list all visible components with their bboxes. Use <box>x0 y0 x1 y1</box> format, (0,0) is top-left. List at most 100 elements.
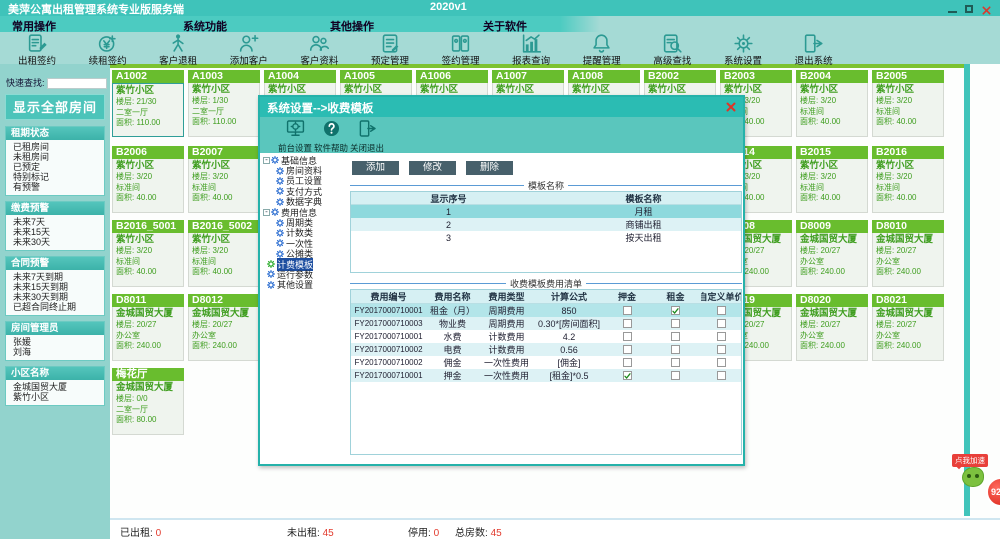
sidebar-item[interactable]: 紫竹小区 <box>6 392 104 402</box>
status-label: 已出租: <box>120 528 156 539</box>
exit-button[interactable]: 退出系统 <box>781 33 847 67</box>
modify-button[interactable]: 修改 <box>409 161 456 175</box>
dialog-help-button[interactable]: 软件帮助 <box>312 119 350 154</box>
room-card-title: A1005 <box>340 70 412 83</box>
tree-expander-icon[interactable]: - <box>263 209 270 216</box>
room-card-D8020[interactable]: D8020金城国贸大厦楼层: 20/27办公室面积: 240.00 <box>796 294 868 361</box>
fee-row[interactable]: FY2017000710002电费计数费用0.56 <box>351 343 741 356</box>
quick-search-input[interactable] <box>47 78 107 89</box>
settings-button[interactable]: 系统设置 <box>710 33 776 67</box>
checkbox-icon[interactable] <box>717 371 726 380</box>
room-card-A1003[interactable]: A1003紫竹小区楼层: 1/30二室一厅面积: 110.00 <box>188 70 260 137</box>
tree-expander-icon[interactable]: - <box>263 157 270 164</box>
sidebar-item[interactable]: 已超合同终止期 <box>6 302 104 312</box>
report-button[interactable]: 报表查询 <box>498 33 564 67</box>
room-card-B2016_5001[interactable]: B2016_5001紫竹小区楼层: 3/20标准间面积: 40.00 <box>112 220 184 287</box>
dialog-close-exit-button[interactable]: 关闭退出 <box>348 119 386 154</box>
room-card-D8011[interactable]: D8011金城国贸大厦楼层: 20/27办公室面积: 240.00 <box>112 294 184 361</box>
checkbox-icon[interactable] <box>717 358 726 367</box>
room-card-B2016_5002[interactable]: B2016_5002紫竹小区楼层: 3/20标准间面积: 40.00 <box>188 220 260 287</box>
room-type: 标准间 <box>116 183 180 194</box>
close-icon[interactable] <box>981 3 992 14</box>
maximize-icon[interactable] <box>965 5 973 13</box>
mascot-badge[interactable]: 92 <box>986 477 1000 507</box>
sidebar-item[interactable]: 有预警 <box>6 182 104 192</box>
template-row[interactable]: 1月租 <box>351 205 741 218</box>
checkbox-icon[interactable] <box>623 345 632 354</box>
checkbox-icon[interactable] <box>717 332 726 341</box>
tree-item-12[interactable]: 其他设置 <box>262 280 349 290</box>
column-header: 模板名称 <box>546 192 741 204</box>
booking-button[interactable]: 预定管理 <box>357 33 423 67</box>
status-value: 45 <box>323 528 334 539</box>
fee-row[interactable]: FY2017000710001押金一次性费用[租金]*0.5 <box>351 369 741 382</box>
room-card-A1002[interactable]: A1002紫竹小区楼层: 21/30二室一厅面积: 110.00 <box>112 70 184 137</box>
mascot-widget[interactable]: 点我加速 92 <box>942 452 1000 516</box>
add-customer-button[interactable]: 添加客户 <box>216 33 282 67</box>
template-row[interactable]: 3按天出租 <box>351 231 741 244</box>
sidebar-item[interactable]: 未来30天 <box>6 237 104 247</box>
sidebar-item[interactable]: 未来7天到期 <box>6 272 104 282</box>
lease-sign-button[interactable]: 出租签约 <box>4 33 70 67</box>
room-card-D8009[interactable]: D8009金城国贸大厦楼层: 20/27办公室面积: 240.00 <box>796 220 868 287</box>
room-estate: 紫竹小区 <box>192 84 256 96</box>
customer-info-button[interactable]: 客户资料 <box>286 33 352 67</box>
grid-scrollbar[interactable] <box>964 64 970 516</box>
fee-row[interactable]: FY2017000710001租金（月）周期费用850 <box>351 304 741 317</box>
checkbox-icon[interactable] <box>671 332 680 341</box>
advanced-search-button[interactable]: 高级查找 <box>639 33 705 67</box>
sidebar-item[interactable]: 未租房间 <box>6 152 104 162</box>
checkbox-icon[interactable] <box>671 319 680 328</box>
sidebar-item[interactable]: 已预定 <box>6 162 104 172</box>
room-card-B2004[interactable]: B2004紫竹小区楼层: 3/20标准间面积: 40.00 <box>796 70 868 137</box>
fee-row[interactable]: FY2017000710003物业费周期费用0.30*[房间面积] <box>351 317 741 330</box>
add-button[interactable]: 添加 <box>352 161 399 175</box>
checkbox-icon[interactable] <box>623 319 632 328</box>
room-card-D8021[interactable]: D8021金城国贸大厦楼层: 20/27办公室面积: 240.00 <box>872 294 944 361</box>
room-card-D8012[interactable]: D8012金城国贸大厦楼层: 20/27办公室面积: 240.00 <box>188 294 260 361</box>
checkbox-icon[interactable] <box>717 319 726 328</box>
checkbox-icon[interactable] <box>671 371 680 380</box>
room-card-B2005[interactable]: B2005紫竹小区楼层: 3/20标准间面积: 40.00 <box>872 70 944 137</box>
renew-sign-button[interactable]: 续租签约 <box>75 33 141 67</box>
show-all-rooms-button[interactable]: 显示全部房间 <box>5 94 105 120</box>
checkbox-icon[interactable] <box>717 306 726 315</box>
room-card-梅花厅[interactable]: 梅花厅金城国贸大厦楼层: 0/0二室一厅面积: 80.00 <box>112 368 184 435</box>
close-exit-icon <box>358 125 377 142</box>
checkout-button[interactable]: 客户退租 <box>145 33 211 67</box>
fee-row[interactable]: FY2017000710001水费计数费用4.2 <box>351 330 741 343</box>
sidebar-item[interactable]: 特别标记 <box>6 172 104 182</box>
room-card-B2015[interactable]: B2015紫竹小区楼层: 3/20标准间面积: 40.00 <box>796 146 868 213</box>
contract-button[interactable]: 签约管理 <box>428 33 494 67</box>
sidebar-item[interactable]: 未来15天 <box>6 227 104 237</box>
checkbox-checked-icon[interactable] <box>623 371 632 380</box>
room-card-B2006[interactable]: B2006紫竹小区楼层: 3/20标准间面积: 40.00 <box>112 146 184 213</box>
minimize-icon[interactable] <box>948 11 957 13</box>
room-area: 面积: 240.00 <box>192 341 256 352</box>
fee-row[interactable]: FY2017000710002佣金一次性费用[佣金] <box>351 356 741 369</box>
checkbox-icon[interactable] <box>623 358 632 367</box>
dialog-close-icon[interactable] <box>725 101 737 113</box>
dialog-frontend-settings-button[interactable]: 前台设置 <box>276 119 314 154</box>
checkbox-checked-icon[interactable] <box>671 306 680 315</box>
reminder-button[interactable]: 提醒管理 <box>569 33 635 67</box>
sidebar-item[interactable]: 已租房间 <box>6 142 104 152</box>
delete-button[interactable]: 删除 <box>466 161 513 175</box>
sidebar-item[interactable]: 未来7天 <box>6 217 104 227</box>
room-card-B2007[interactable]: B2007紫竹小区楼层: 3/20标准间面积: 40.00 <box>188 146 260 213</box>
sidebar-item[interactable]: 未来30天到期 <box>6 292 104 302</box>
sidebar-item[interactable]: 刘海 <box>6 347 104 357</box>
room-card-B2016[interactable]: B2016紫竹小区楼层: 3/20标准间面积: 40.00 <box>872 146 944 213</box>
sidebar-item[interactable]: 金城国贸大厦 <box>6 382 104 392</box>
checkbox-icon[interactable] <box>623 332 632 341</box>
checkbox-icon[interactable] <box>671 358 680 367</box>
room-card-D8010[interactable]: D8010金城国贸大厦楼层: 20/27办公室面积: 240.00 <box>872 220 944 287</box>
checkbox-icon[interactable] <box>623 306 632 315</box>
checkbox-icon[interactable] <box>717 345 726 354</box>
checkbox-icon[interactable] <box>671 345 680 354</box>
sidebar-item[interactable]: 张媛 <box>6 337 104 347</box>
template-row[interactable]: 2商铺出租 <box>351 218 741 231</box>
status-item-0: 已出租: 0 <box>120 524 161 539</box>
mascot-icon[interactable] <box>962 467 984 487</box>
sidebar-item[interactable]: 未来15天到期 <box>6 282 104 292</box>
